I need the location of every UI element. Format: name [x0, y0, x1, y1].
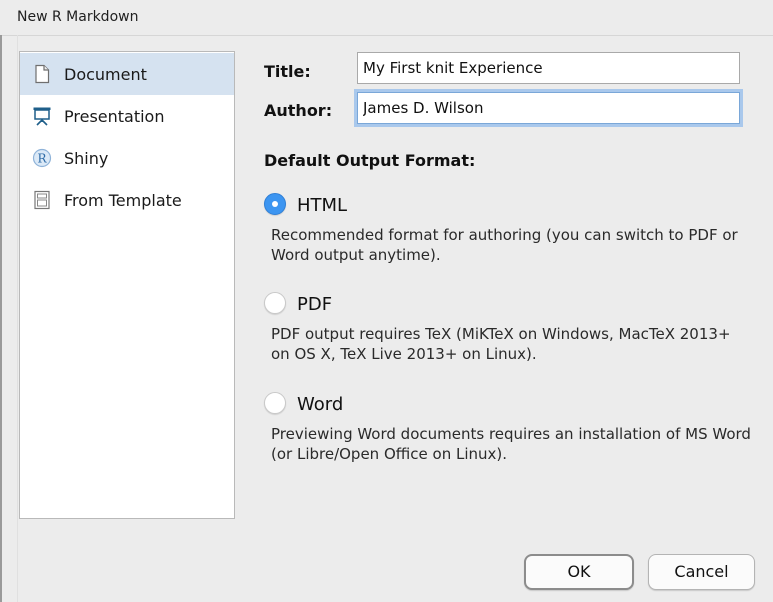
pdf-description: PDF output requires TeX (MiKTeX on Windo… — [271, 325, 731, 363]
sidebar-item-label: Presentation — [64, 107, 165, 126]
window-title: New R Markdown — [17, 9, 139, 25]
sidebar-item-label: From Template — [64, 191, 182, 210]
html-description: Recommended format for authoring (you ca… — [271, 226, 738, 264]
word-radio[interactable] — [264, 392, 286, 414]
template-icon — [32, 190, 52, 210]
sidebar-item-shiny[interactable]: R Shiny — [20, 137, 234, 179]
new-r-markdown-dialog: New R Markdown Document Presentation R S… — [0, 0, 773, 602]
sidebar-item-label: Shiny — [64, 149, 109, 168]
output-format-heading: Default Output Format: — [264, 151, 476, 170]
shiny-r-icon: R — [32, 148, 52, 168]
window-edge-inner — [17, 35, 18, 602]
pdf-radio-label[interactable]: PDF — [297, 294, 332, 315]
ok-button[interactable]: OK — [524, 554, 634, 590]
window-edge — [0, 35, 2, 602]
sidebar-item-document[interactable]: Document — [20, 53, 234, 95]
sidebar-item-label: Document — [64, 65, 147, 84]
pdf-radio[interactable] — [264, 292, 286, 314]
word-description: Previewing Word documents requires an in… — [271, 425, 751, 463]
author-label: Author: — [264, 101, 333, 120]
presentation-icon — [32, 106, 52, 126]
html-radio[interactable] — [264, 193, 286, 215]
title-input[interactable] — [357, 52, 740, 84]
word-radio-label[interactable]: Word — [297, 394, 343, 415]
html-radio-label[interactable]: HTML — [297, 195, 347, 216]
sidebar-item-presentation[interactable]: Presentation — [20, 95, 234, 137]
window-titlebar[interactable]: New R Markdown — [0, 0, 773, 36]
svg-text:R: R — [37, 152, 47, 166]
author-input[interactable] — [357, 92, 740, 124]
title-label: Title: — [264, 62, 311, 81]
cancel-button[interactable]: Cancel — [648, 554, 755, 590]
sidebar-item-from-template[interactable]: From Template — [20, 179, 234, 221]
format-type-list: Document Presentation R Shiny From Templ… — [19, 51, 235, 519]
document-icon — [32, 64, 52, 84]
